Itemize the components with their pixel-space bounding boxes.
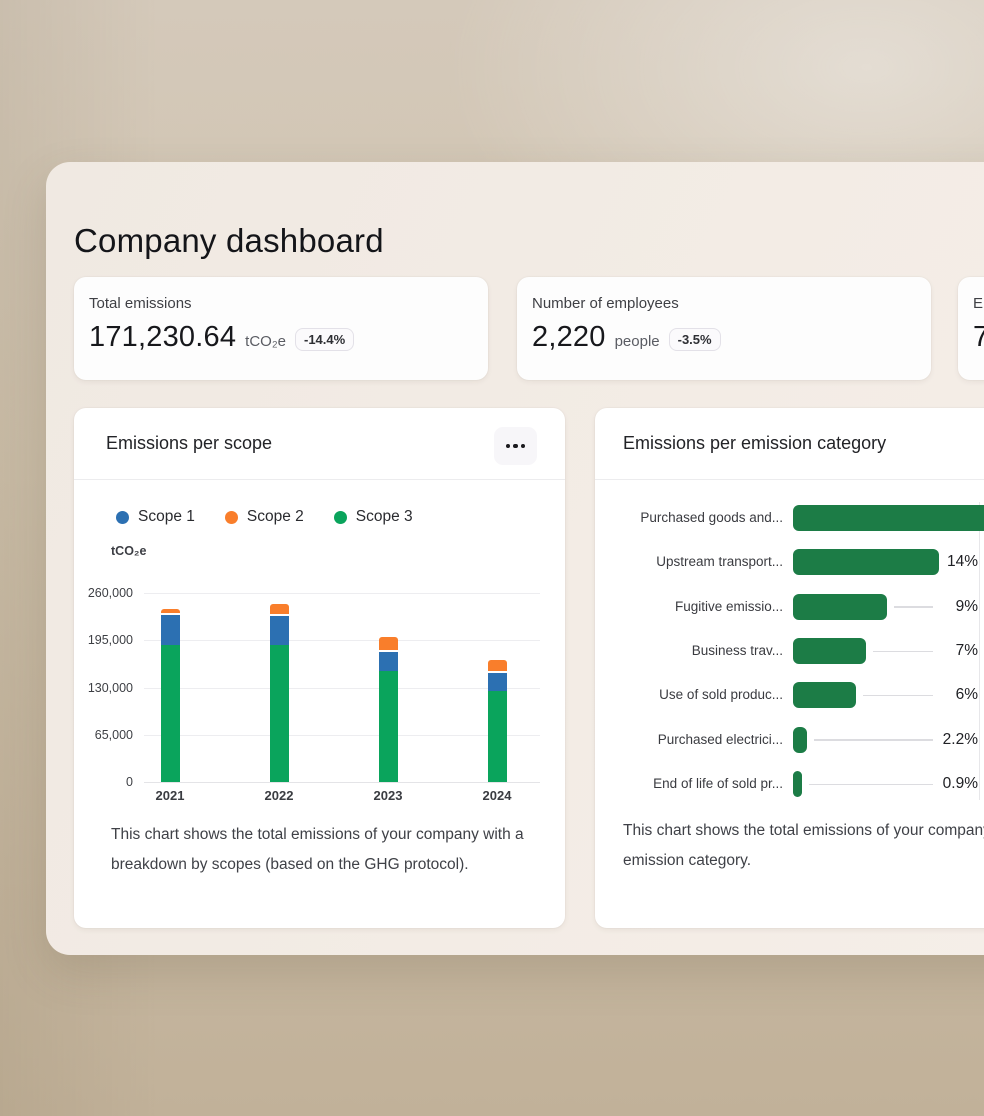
chart-description: This chart shows the total emissions of … <box>111 820 539 879</box>
emissions-per-category-card: Emissions per emission category Purchase… <box>595 408 984 928</box>
legend-dot-icon <box>225 511 238 524</box>
bar-segment-scope-1 <box>161 615 180 645</box>
kpi-change-badge: -3.5% <box>669 328 721 351</box>
gridline <box>144 782 540 783</box>
y-tick-label: 195,000 <box>74 631 133 649</box>
page-title: Company dashboard <box>74 218 384 264</box>
connector-line <box>814 739 933 741</box>
chart-legend: Scope 1 Scope 2 Scope 3 <box>116 508 413 526</box>
kpi-card-total-emissions: Total emissions 171,230.64 tCO₂e -14.4% <box>74 277 488 380</box>
x-tick-label: 2021 <box>140 788 200 803</box>
kpi-label: Em <box>973 295 984 312</box>
ellipsis-icon <box>521 444 526 449</box>
kpi-label: Total emissions <box>89 295 192 312</box>
card-header: Emissions per emission category <box>595 408 984 479</box>
card-title: Emissions per scope <box>106 408 272 479</box>
gridline <box>144 735 540 736</box>
axis-gridline <box>979 502 980 800</box>
stacked-bar[interactable] <box>488 658 507 782</box>
ellipsis-icon <box>513 444 518 449</box>
category-label: Upstream transport... <box>595 549 783 575</box>
legend-dot-icon <box>334 511 347 524</box>
kpi-change-badge: -14.4% <box>295 328 354 351</box>
kpi-label: Number of employees <box>532 295 679 312</box>
kpi-card-clipped: Em 7 <box>958 277 984 380</box>
bar-segment-scope-2 <box>379 637 398 650</box>
kpi-value: 2,220 <box>532 321 606 354</box>
legend-label: Scope 2 <box>247 508 304 526</box>
y-tick-label: 65,000 <box>74 726 133 744</box>
ellipsis-icon <box>506 444 511 449</box>
y-tick-label: 130,000 <box>74 679 133 697</box>
x-tick-label: 2024 <box>467 788 527 803</box>
gridline <box>144 688 540 689</box>
legend-dot-icon <box>116 511 129 524</box>
y-tick-label: 0 <box>74 773 133 791</box>
category-bar[interactable] <box>793 682 856 708</box>
percent-label: 2.2% <box>918 727 978 753</box>
category-label: Fugitive emissio... <box>595 594 783 620</box>
kpi-unit: tCO₂e <box>245 333 286 350</box>
category-label: Business trav... <box>595 638 783 664</box>
percent-label: 7% <box>918 638 978 664</box>
bar-segment-scope-1 <box>270 616 289 645</box>
bar-segment-scope-1 <box>379 652 398 671</box>
stacked-bar[interactable] <box>379 635 398 782</box>
gridline <box>144 640 540 641</box>
category-bar[interactable] <box>793 638 866 664</box>
percent-label: 14% <box>918 549 978 575</box>
divider <box>595 479 984 480</box>
card-header: Emissions per scope <box>74 408 565 479</box>
stacked-bar-plot <box>144 593 540 782</box>
kpi-value-row: 7 <box>973 321 984 354</box>
bar-segment-scope-1 <box>488 673 507 691</box>
percent-label: 9% <box>918 594 978 620</box>
stacked-bar[interactable] <box>270 602 289 782</box>
bar-segment-scope-3 <box>488 691 507 782</box>
category-bar[interactable] <box>793 505 984 531</box>
legend-label: Scope 1 <box>138 508 195 526</box>
y-tick-label: 260,000 <box>74 584 133 602</box>
category-bar[interactable] <box>793 727 807 753</box>
kpi-value: 171,230.64 <box>89 321 236 354</box>
kpi-value-row: 2,220 people -3.5% <box>532 321 721 354</box>
kpi-value-row: 171,230.64 tCO₂e -14.4% <box>89 321 354 354</box>
card-title: Emissions per emission category <box>623 408 886 479</box>
percent-label: 6% <box>918 682 978 708</box>
description-line: This chart shows the total emissions of … <box>623 816 984 846</box>
gridline <box>144 593 540 594</box>
category-label: Use of sold produc... <box>595 682 783 708</box>
description-line: emission category. <box>623 846 984 876</box>
bar-segment-scope-3 <box>270 645 289 782</box>
chart-description: This chart shows the total emissions of … <box>623 816 984 875</box>
connector-line <box>809 784 933 786</box>
legend-item[interactable]: Scope 2 <box>225 508 304 526</box>
x-tick-label: 2022 <box>249 788 309 803</box>
category-label: Purchased electrici... <box>595 727 783 753</box>
bar-segment-scope-2 <box>270 604 289 614</box>
category-label: End of life of sold pr... <box>595 771 783 797</box>
legend-label: Scope 3 <box>356 508 413 526</box>
category-label: Purchased goods and... <box>595 505 783 531</box>
bar-segment-scope-2 <box>488 660 507 672</box>
bar-segment-scope-3 <box>379 671 398 782</box>
legend-item[interactable]: Scope 1 <box>116 508 195 526</box>
y-axis-title: tCO₂e <box>111 544 146 558</box>
category-bar[interactable] <box>793 594 887 620</box>
bar-segment-scope-3 <box>161 645 180 782</box>
divider <box>74 479 565 480</box>
x-tick-label: 2023 <box>358 788 418 803</box>
stacked-bar[interactable] <box>161 607 180 782</box>
kpi-card-employees: Number of employees 2,220 people -3.5% <box>517 277 931 380</box>
dashboard-page: { "header": { "title": "Company dashboar… <box>0 0 984 1116</box>
bar-segment-scope-2 <box>161 609 180 613</box>
legend-item[interactable]: Scope 3 <box>334 508 413 526</box>
category-bar[interactable] <box>793 771 802 797</box>
kpi-value: 7 <box>973 321 984 354</box>
percent-label: 0.9% <box>918 771 978 797</box>
ellipsis-menu-button[interactable] <box>494 427 537 465</box>
kpi-unit: people <box>615 333 660 350</box>
emissions-per-scope-card: Emissions per scope Scope 1Scope 2Scope … <box>74 408 565 928</box>
